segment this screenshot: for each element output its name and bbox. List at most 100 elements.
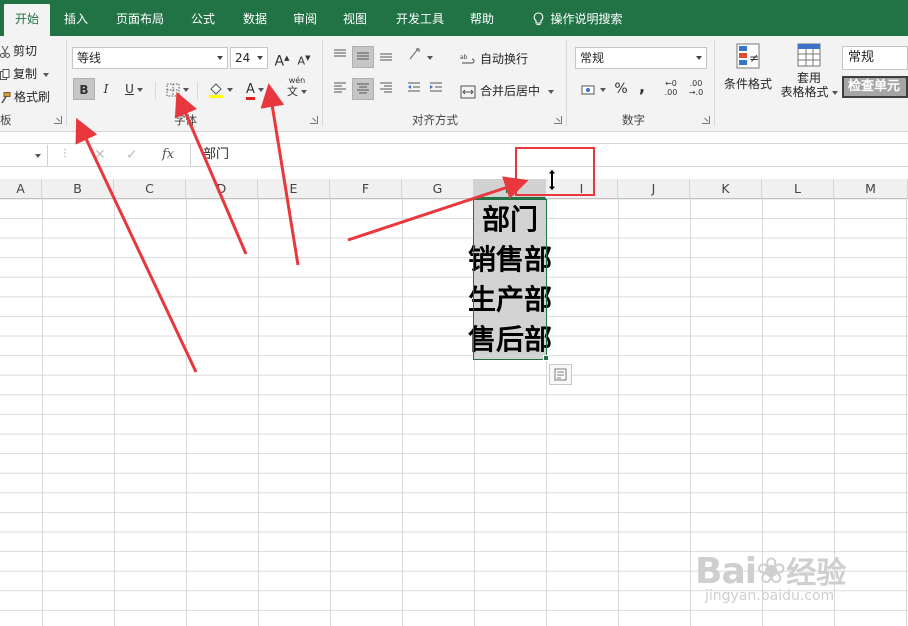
number-format-dropdown[interactable]: 常规 xyxy=(575,47,707,69)
cut-button[interactable]: 剪切 xyxy=(0,42,37,59)
currency-icon xyxy=(581,85,594,94)
orientation-button[interactable] xyxy=(404,46,436,68)
comma-style-button[interactable]: , xyxy=(634,76,650,98)
align-left-button[interactable] xyxy=(330,78,350,100)
tab-home[interactable]: 开始 xyxy=(4,4,50,36)
font-name-value: 等线 xyxy=(77,51,102,65)
group-divider xyxy=(714,40,715,126)
copy-icon xyxy=(0,68,10,80)
conditional-formatting-button[interactable]: ≠ 条件格式 xyxy=(722,42,774,112)
table-bottom-label: 表格格式 xyxy=(778,85,840,99)
shrink-font-button[interactable]: A▼ xyxy=(294,47,314,69)
clipboard-launcher-icon[interactable] xyxy=(54,116,62,124)
percent-style-button[interactable]: % xyxy=(612,78,630,100)
grow-font-icon: A xyxy=(274,53,285,70)
align-bottom-button[interactable] xyxy=(376,46,396,68)
align-middle-button[interactable] xyxy=(352,46,374,68)
group-divider xyxy=(566,40,567,126)
phonetic-bottom: 文 xyxy=(287,85,298,98)
fill-color-button[interactable] xyxy=(203,78,237,100)
format-as-table-button[interactable]: 套用 表格格式 xyxy=(778,42,840,114)
text-orientation-icon xyxy=(409,48,419,60)
align-bottom-icon xyxy=(380,53,392,61)
spacer xyxy=(0,132,908,143)
indent-icon xyxy=(430,82,442,92)
column-header[interactable]: C xyxy=(114,179,186,199)
underline-button[interactable]: U xyxy=(118,78,150,100)
cell-style-normal[interactable]: 常规 xyxy=(842,46,908,70)
increase-indent-button[interactable] xyxy=(426,78,446,100)
border-icon xyxy=(166,83,179,96)
align-center-icon xyxy=(357,83,369,94)
decrease-decimal-button[interactable]: .00 →.0 xyxy=(685,79,707,101)
font-group-label: 字体 xyxy=(174,113,197,127)
tab-help[interactable]: 帮助 xyxy=(460,0,504,36)
tab-view[interactable]: 视图 xyxy=(332,0,378,36)
column-header[interactable]: A xyxy=(0,179,42,199)
fill-handle[interactable] xyxy=(543,355,549,361)
insert-function-button[interactable]: fx xyxy=(162,147,174,162)
cell-style-check[interactable]: 检查单元 xyxy=(842,76,908,98)
column-header[interactable]: G xyxy=(402,179,474,199)
align-middle-icon xyxy=(357,52,369,60)
quick-analysis-icon xyxy=(554,368,567,381)
column-header[interactable]: L xyxy=(762,179,834,199)
grow-font-button[interactable]: A▲ xyxy=(272,47,292,70)
align-right-button[interactable] xyxy=(376,78,396,100)
column-header[interactable]: M xyxy=(834,179,908,199)
font-name-dropdown[interactable]: 等线 xyxy=(72,47,228,69)
column-header[interactable]: D xyxy=(186,179,258,199)
format-painter-button[interactable]: 格式刷 xyxy=(0,88,50,105)
increase-decimal-button[interactable]: ←0.00 xyxy=(660,79,682,101)
merge-center-label: 合并后居中 xyxy=(480,84,541,98)
name-box[interactable] xyxy=(0,145,48,166)
column-header[interactable]: B xyxy=(42,179,114,199)
column-resize-cursor-icon xyxy=(546,168,558,192)
ribbon-tab-bar: 开始 插入 页面布局 公式 数据 审阅 视图 开发工具 帮助 操作说明搜索 xyxy=(0,0,908,36)
divider xyxy=(155,82,156,100)
column-header[interactable]: F xyxy=(330,179,402,199)
svg-text:ab: ab xyxy=(460,54,468,61)
font-size-dropdown[interactable]: 24 xyxy=(230,47,268,69)
phonetic-guide-button[interactable]: wén 文 xyxy=(280,76,314,98)
number-format-value: 常规 xyxy=(580,51,605,65)
align-top-icon xyxy=(334,49,346,57)
enter-icon[interactable]: ✓ xyxy=(126,147,138,163)
bold-button[interactable]: B xyxy=(73,78,95,100)
italic-button[interactable]: I xyxy=(96,78,116,100)
align-center-button[interactable] xyxy=(352,78,374,100)
merge-center-button[interactable]: 合并后居中 xyxy=(460,82,555,99)
align-top-button[interactable] xyxy=(330,46,350,68)
wrap-text-label: 自动换行 xyxy=(480,52,529,66)
column-header[interactable]: J xyxy=(618,179,690,199)
table-bottom-text: 表格格式 xyxy=(780,85,829,99)
decrease-indent-button[interactable] xyxy=(404,78,424,100)
column-header[interactable]: E xyxy=(258,179,330,199)
column-header[interactable]: K xyxy=(690,179,762,199)
font-size-value: 24 xyxy=(235,51,251,65)
inc-decimal-bottom: .00 xyxy=(664,88,678,97)
font-color-button[interactable]: A xyxy=(238,78,272,100)
font-launcher-icon[interactable] xyxy=(310,116,318,124)
shrink-font-icon: A xyxy=(297,54,306,68)
tab-insert[interactable]: 插入 xyxy=(54,0,98,36)
copy-button[interactable]: 复制 xyxy=(0,65,50,82)
paw-icon: ❀ xyxy=(756,551,787,592)
number-launcher-icon[interactable] xyxy=(702,116,710,124)
accounting-format-button[interactable] xyxy=(578,78,608,100)
quick-analysis-button[interactable] xyxy=(549,364,572,385)
scissors-icon xyxy=(0,45,10,58)
wrap-text-button[interactable]: ab 自动换行 xyxy=(460,50,528,67)
tab-review[interactable]: 审阅 xyxy=(282,0,328,36)
tell-me-search[interactable]: 操作说明搜索 xyxy=(518,0,638,36)
cancel-icon[interactable]: ✕ xyxy=(94,147,106,163)
conditional-format-icon: ≠ xyxy=(736,43,760,69)
tab-data[interactable]: 数据 xyxy=(232,0,278,36)
tab-page-layout[interactable]: 页面布局 xyxy=(106,0,174,36)
align-left-icon xyxy=(334,82,346,93)
alignment-launcher-icon[interactable] xyxy=(554,116,562,124)
watermark-url: jingyan.baidu.com xyxy=(705,588,835,604)
borders-button[interactable] xyxy=(160,78,194,100)
tab-formulas[interactable]: 公式 xyxy=(180,0,226,36)
tab-developer[interactable]: 开发工具 xyxy=(386,0,454,36)
